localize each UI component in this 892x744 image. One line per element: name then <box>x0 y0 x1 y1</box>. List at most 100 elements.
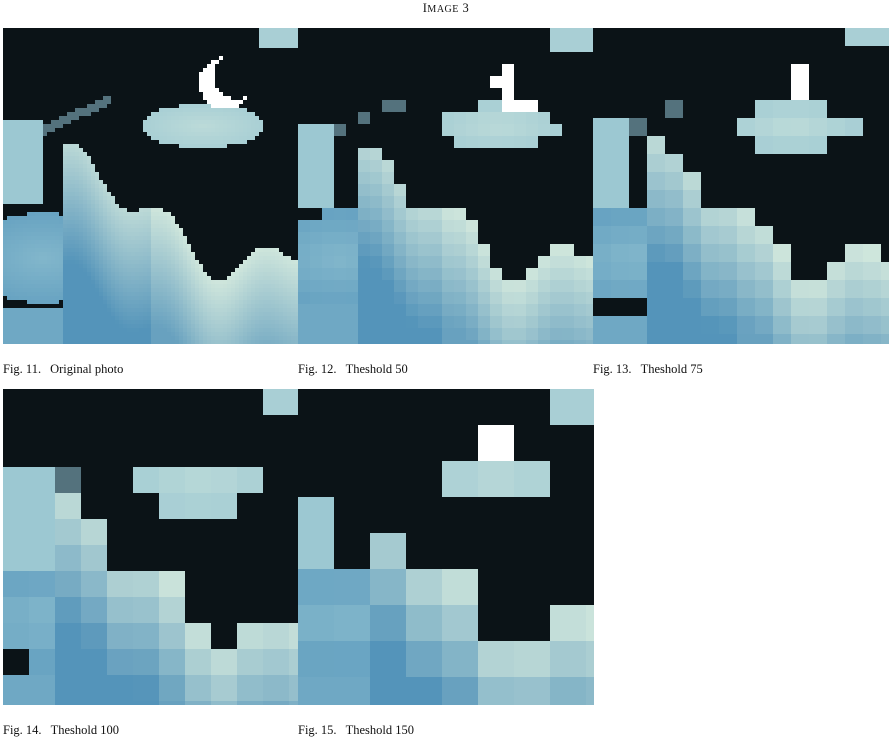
pixel-block <box>195 64 200 69</box>
pixel-block <box>107 164 112 169</box>
pixel-block <box>219 184 224 189</box>
pixel-block <box>167 236 172 241</box>
pixel-block <box>211 112 216 117</box>
pixel-block <box>103 88 108 93</box>
pixel-block <box>195 260 200 265</box>
pixel-block <box>83 68 88 73</box>
pixel-block <box>63 92 68 97</box>
pixel-block <box>143 116 148 121</box>
pixel-block <box>39 120 44 125</box>
pixel-block <box>187 292 192 297</box>
pixel-block <box>71 72 76 77</box>
pixel-block <box>7 72 12 77</box>
pixel-block <box>115 268 120 273</box>
pixel-block <box>47 92 52 97</box>
pixel-block <box>103 96 108 101</box>
pixel-block <box>275 232 280 237</box>
pixel-block <box>163 44 168 49</box>
pixel-block <box>175 284 180 289</box>
pixel-block <box>59 96 64 101</box>
pixel-block <box>267 180 272 185</box>
pixel-block <box>211 60 216 65</box>
pixel-block <box>271 216 276 221</box>
pixel-block <box>7 280 12 285</box>
pixel-block <box>147 288 152 293</box>
pixel-block <box>51 52 56 57</box>
pixel-block <box>31 92 36 97</box>
pixel-block <box>195 104 200 109</box>
pixel-block <box>43 172 48 177</box>
pixel-block <box>147 80 152 85</box>
pixel-block <box>183 92 188 97</box>
pixel-block <box>151 236 156 241</box>
pixel-block <box>123 284 128 289</box>
pixel-block <box>203 44 208 49</box>
pixel-block <box>283 136 288 141</box>
pixel-block <box>111 248 116 253</box>
pixel-block <box>203 152 208 157</box>
pixel-block <box>175 204 180 209</box>
pixel-block <box>23 64 28 69</box>
pixel-block <box>95 252 100 257</box>
pixel-block <box>83 256 88 261</box>
pixel-block <box>147 100 152 105</box>
pixel-block <box>83 104 88 109</box>
pixel-block <box>183 60 188 65</box>
pixel-block <box>47 272 52 277</box>
pixel-block <box>243 244 248 249</box>
pixel-block <box>183 104 188 109</box>
pixel-block <box>87 52 92 57</box>
pixel-block <box>87 104 92 109</box>
pixel-block <box>35 104 40 109</box>
pixel-block <box>207 264 212 269</box>
pixel-block <box>231 260 236 265</box>
pixel-block <box>167 56 172 61</box>
pixel-block <box>107 48 112 53</box>
pixel-block <box>239 168 244 173</box>
pixel-block <box>287 52 292 57</box>
pixel-block <box>111 256 116 261</box>
pixel-block <box>23 208 28 213</box>
pixel-block <box>275 104 280 109</box>
pixel-block <box>283 96 288 101</box>
pixel-block <box>63 284 68 289</box>
pixel-block <box>71 92 76 97</box>
pixel-block <box>99 120 104 125</box>
pixel-block <box>207 212 212 217</box>
pixel-block <box>167 176 172 181</box>
pixel-block <box>51 28 56 33</box>
pixel-block <box>283 220 288 225</box>
pixel-block <box>59 36 64 41</box>
pixel-block <box>259 136 264 141</box>
pixel-block <box>263 96 268 101</box>
pixel-block <box>79 96 84 101</box>
pixel-block <box>103 124 108 129</box>
pixel-block <box>27 88 32 93</box>
pixel-block <box>219 28 224 33</box>
pixel-block <box>159 112 164 117</box>
pixel-block <box>63 128 68 133</box>
pixel-block <box>11 260 16 265</box>
pixel-block <box>71 60 76 65</box>
pixel-block <box>11 160 16 165</box>
pixel-block <box>275 116 280 121</box>
pixel-block <box>139 72 144 77</box>
pixel-block <box>291 176 296 181</box>
pixel-block <box>55 236 60 241</box>
pixel-block <box>151 180 156 185</box>
pixel-block <box>123 44 128 49</box>
pixel-block <box>79 268 84 273</box>
pixel-block <box>171 68 176 73</box>
pixel-block <box>15 68 20 73</box>
pixel-block <box>123 180 128 185</box>
pixel-block <box>67 92 72 97</box>
pixel-block <box>59 48 64 53</box>
pixel-block <box>235 236 240 241</box>
pixel-block <box>275 180 280 185</box>
pixel-block <box>287 176 292 181</box>
pixel-block <box>19 180 24 185</box>
pixel-block <box>75 136 80 141</box>
pixel-block <box>263 92 268 97</box>
pixel-block <box>179 132 184 137</box>
pixel-block <box>107 260 112 265</box>
